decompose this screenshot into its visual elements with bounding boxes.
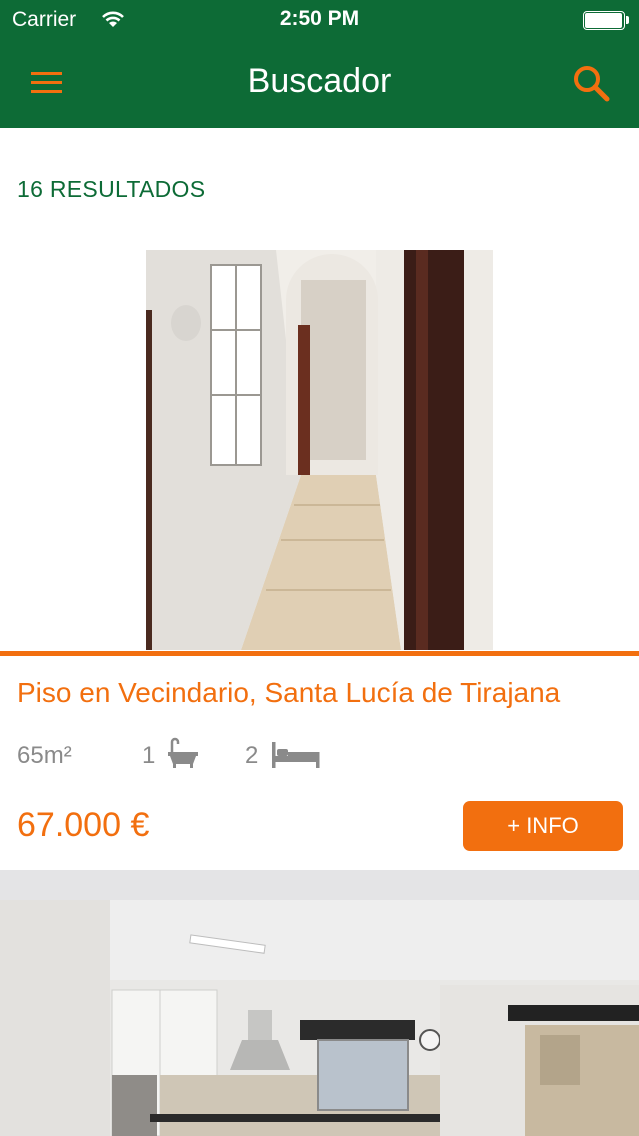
search-icon[interactable] [571, 63, 611, 103]
nav-bar: Buscador [0, 40, 639, 128]
listing-photo[interactable] [0, 900, 639, 1136]
listing-card[interactable]: Piso en Vecindario, Santa Lucía de Tiraj… [0, 250, 639, 870]
listing-photo[interactable] [146, 250, 493, 650]
results-count: 16 RESULTADOS [17, 176, 206, 202]
status-time: 2:50 PM [279, 7, 360, 30]
card-accent-bar [0, 651, 639, 656]
listing-area: 65m² [17, 742, 72, 769]
bed-icon [272, 742, 320, 768]
card-separator [0, 870, 639, 900]
more-info-button[interactable]: + INFO [463, 801, 623, 851]
battery-icon [583, 11, 629, 30]
listing-bedrooms: 2 [245, 742, 259, 769]
listing-price: 67.000 € [17, 806, 150, 844]
listing-bathrooms: 1 [142, 742, 156, 769]
listing-title[interactable]: Piso en Vecindario, Santa Lucía de Tiraj… [17, 677, 560, 709]
page-title: Buscador [247, 62, 392, 100]
bathtub-icon [168, 737, 198, 768]
status-bar: Carrier 2:50 PM [0, 0, 639, 40]
